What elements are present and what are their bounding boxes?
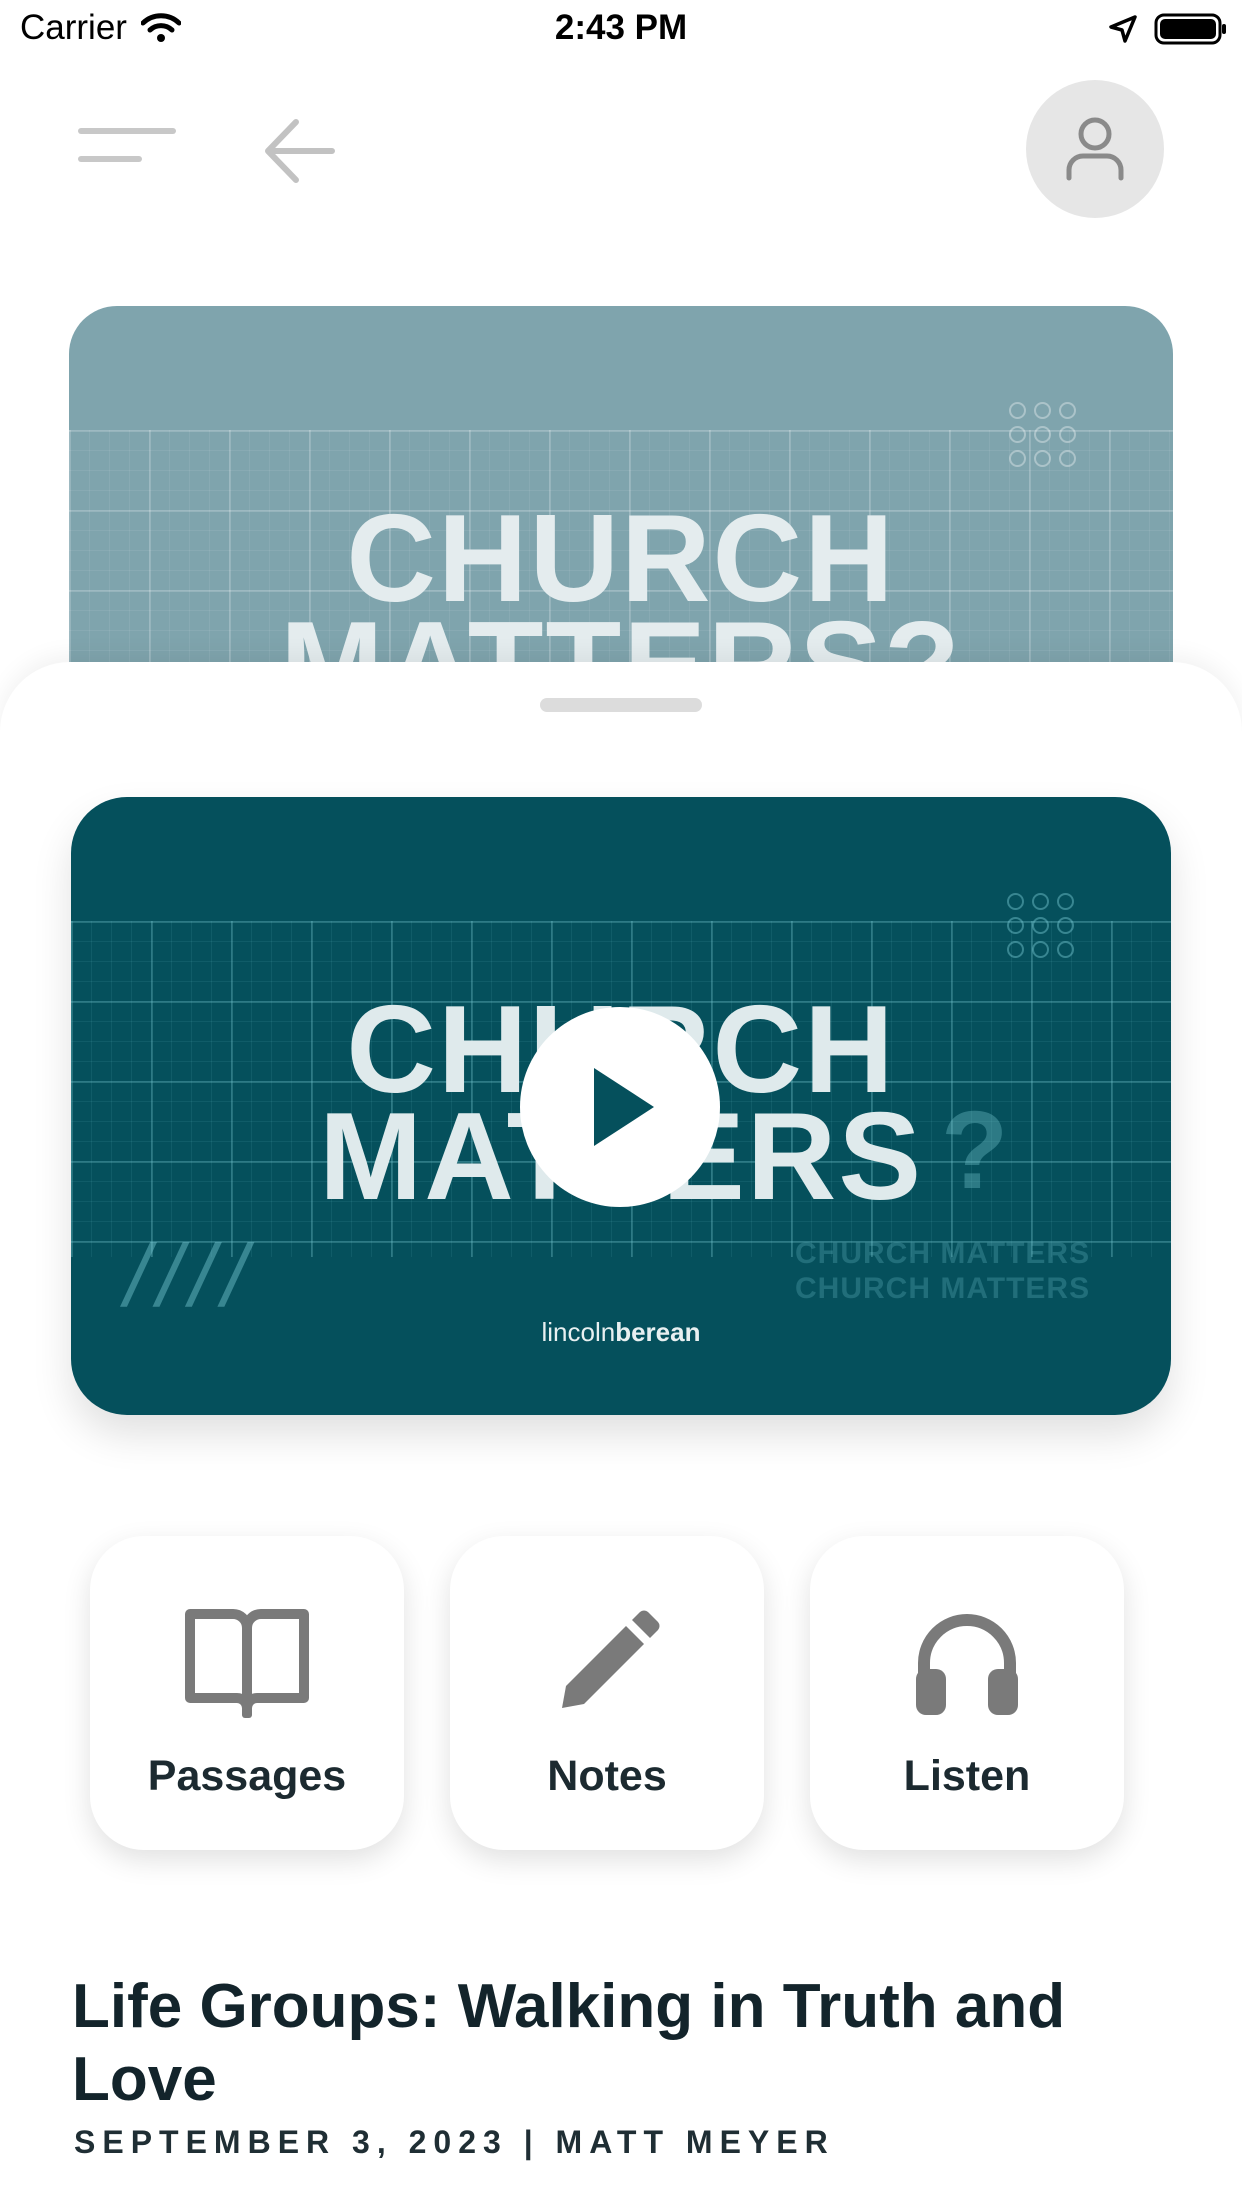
brand-bold: berean	[615, 1317, 701, 1347]
pencil-icon	[537, 1598, 677, 1728]
brand-logo-text: lincolnberean	[71, 1317, 1171, 1348]
ghost-line2: CHURCH MATTERS	[795, 1271, 1091, 1305]
brand-light: lincoln	[541, 1317, 616, 1347]
person-icon	[1066, 117, 1124, 181]
video-question-mark: ?	[941, 1089, 1009, 1212]
sermon-video-card[interactable]: CHURCH MATTERS ? //// CHURCH MATTERS CHU…	[71, 797, 1171, 1415]
status-time: 2:43 PM	[554, 8, 688, 47]
back-button[interactable]	[258, 110, 340, 192]
status-bar: Carrier 2:43 PM	[0, 0, 1242, 62]
notes-label: Notes	[547, 1752, 667, 1800]
sheet-grabber-handle[interactable]	[540, 698, 702, 712]
listen-label: Listen	[903, 1752, 1031, 1800]
profile-button[interactable]	[1026, 80, 1164, 218]
back-arrow-icon	[265, 119, 335, 183]
sermon-title: Life Groups: Walking in Truth and Love	[72, 1972, 1066, 2115]
passages-button[interactable]: Passages	[90, 1536, 404, 1850]
video-ghost-text: CHURCH MATTERS CHURCH MATTERS	[795, 1237, 1090, 1306]
listen-button[interactable]: Listen	[810, 1536, 1124, 1850]
play-button[interactable]	[520, 1007, 720, 1207]
ghost-line1: CHURCH MATTERS	[795, 1237, 1091, 1270]
sermon-date-speaker: SEPTEMBER 3, 2023 | MATT MEYER	[74, 2124, 835, 2160]
banner-dot-pattern	[1009, 402, 1077, 467]
menu-icon	[78, 128, 176, 162]
status-right	[1108, 12, 1228, 46]
video-dot-pattern	[1007, 893, 1075, 958]
play-icon	[594, 1068, 654, 1146]
passages-label: Passages	[147, 1752, 347, 1800]
menu-button[interactable]	[72, 116, 182, 180]
headphones-icon	[897, 1598, 1037, 1728]
open-book-icon	[177, 1598, 317, 1728]
battery-icon	[1154, 13, 1226, 45]
location-arrow-icon	[1109, 15, 1137, 43]
video-slash-decoration: ////	[125, 1226, 255, 1325]
notes-button[interactable]: Notes	[450, 1536, 764, 1850]
